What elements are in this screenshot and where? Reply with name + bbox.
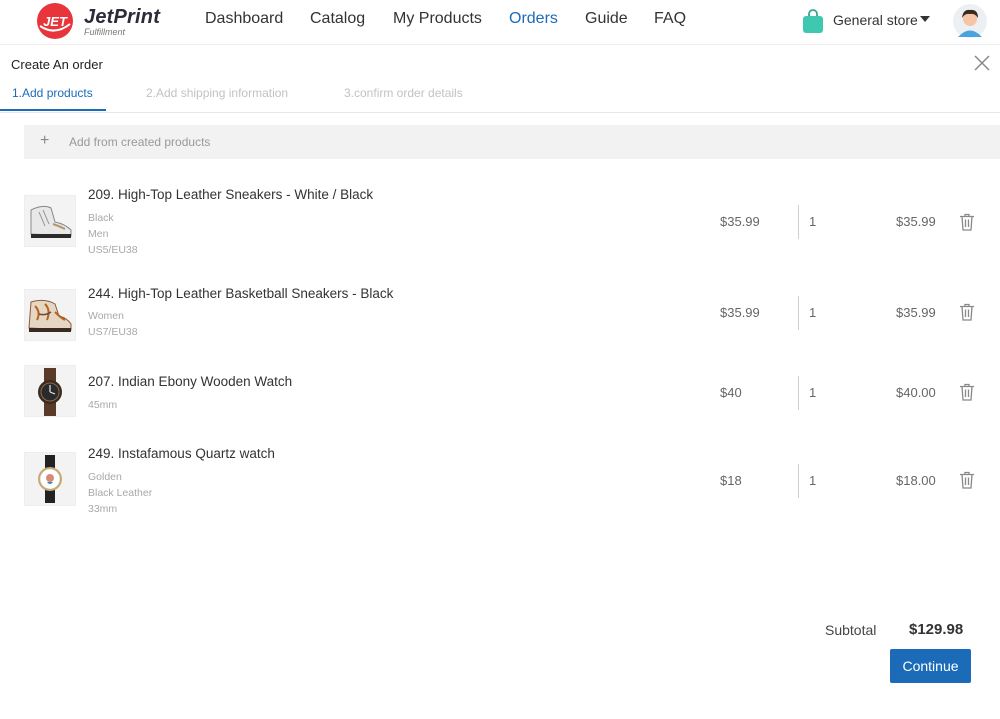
- quartz-watch-icon: [24, 452, 76, 506]
- item-meta: Women US7/EU38: [88, 308, 138, 340]
- item-meta-line: US7/EU38: [88, 326, 138, 338]
- item-meta-line: Black: [88, 212, 114, 224]
- item-title: 244. High-Top Leather Basketball Sneaker…: [88, 286, 394, 301]
- item-total: $35.99: [896, 305, 936, 320]
- item-quantity[interactable]: 1: [809, 305, 816, 320]
- item-total: $18.00: [896, 473, 936, 488]
- jetprint-logo[interactable]: JET JetPrint Fulfillment: [36, 2, 166, 40]
- item-meta-line: Golden: [88, 471, 122, 483]
- item-title: 207. Indian Ebony Wooden Watch: [88, 374, 293, 389]
- subtotal-label: Subtotal: [825, 622, 877, 638]
- step-add-products[interactable]: 1.Add products: [12, 86, 93, 100]
- trash-icon[interactable]: [959, 303, 975, 321]
- item-quantity[interactable]: 1: [809, 385, 816, 400]
- divider: [798, 296, 799, 330]
- item-meta: Golden Black Leather 33mm: [88, 469, 152, 517]
- close-icon[interactable]: [973, 54, 991, 72]
- item-meta-line: 45mm: [88, 399, 118, 411]
- shopping-bag-icon: [803, 9, 823, 33]
- item-price: $35.99: [720, 214, 760, 229]
- step-tabs: 1.Add products 2.Add shipping informatio…: [0, 85, 1000, 113]
- item-meta: 45mm: [88, 397, 117, 413]
- item-price: $18: [720, 473, 742, 488]
- plus-icon: +: [40, 132, 50, 149]
- divider: [798, 205, 799, 239]
- item-quantity[interactable]: 1: [809, 214, 816, 229]
- item-meta-line: Women: [88, 310, 124, 322]
- sneaker-white-icon: [24, 195, 76, 247]
- nav-orders[interactable]: Orders: [509, 10, 558, 28]
- add-from-created-products-button[interactable]: + Add from created products: [24, 125, 1000, 159]
- brand-name: JetPrint: [84, 6, 161, 28]
- nav-dashboard[interactable]: Dashboard: [205, 10, 283, 28]
- nav-catalog[interactable]: Catalog: [310, 10, 365, 28]
- divider: [798, 376, 799, 410]
- sneaker-pattern-icon: [24, 289, 76, 341]
- divider: [798, 464, 799, 498]
- item-title: 209. High-Top Leather Sneakers - White /…: [88, 187, 374, 202]
- item-price: $35.99: [720, 305, 760, 320]
- caret-down-icon: [920, 16, 930, 22]
- subtotal-value: $129.98: [909, 621, 964, 638]
- jet-badge-icon: JET: [37, 3, 73, 39]
- active-step-indicator: [0, 109, 106, 111]
- panel-title: Create An order: [11, 57, 103, 72]
- item-quantity[interactable]: 1: [809, 473, 816, 488]
- add-bar-label: Add from created products: [69, 135, 211, 149]
- trash-icon[interactable]: [959, 471, 975, 489]
- item-meta-line: US5/EU38: [88, 244, 138, 256]
- item-total: $40.00: [896, 385, 936, 400]
- logo-badge-text: JET: [43, 14, 68, 29]
- nav-my-products[interactable]: My Products: [393, 10, 482, 28]
- step-confirm-order-details[interactable]: 3.confirm order details: [344, 86, 463, 100]
- brand-subtitle: Fulfillment: [84, 27, 126, 37]
- trash-icon[interactable]: [959, 213, 975, 231]
- item-total: $35.99: [896, 214, 936, 229]
- nav-faq[interactable]: FAQ: [654, 10, 686, 28]
- item-meta-line: 33mm: [88, 503, 118, 515]
- item-price: $40: [720, 385, 742, 400]
- continue-button[interactable]: Continue: [890, 649, 971, 683]
- item-meta-line: Men: [88, 228, 109, 240]
- item-meta: Black Men US5/EU38: [88, 210, 138, 258]
- trash-icon[interactable]: [959, 383, 975, 401]
- store-name: General store: [833, 12, 918, 28]
- nav-guide[interactable]: Guide: [585, 10, 628, 28]
- item-title: 249. Instafamous Quartz watch: [88, 446, 275, 461]
- item-meta-line: Black Leather: [88, 487, 153, 499]
- step-shipping-information[interactable]: 2.Add shipping information: [146, 86, 288, 100]
- top-navigation: JET JetPrint Fulfillment Dashboard Catal…: [0, 0, 1000, 45]
- wooden-watch-icon: [24, 365, 76, 417]
- user-avatar[interactable]: [953, 4, 987, 38]
